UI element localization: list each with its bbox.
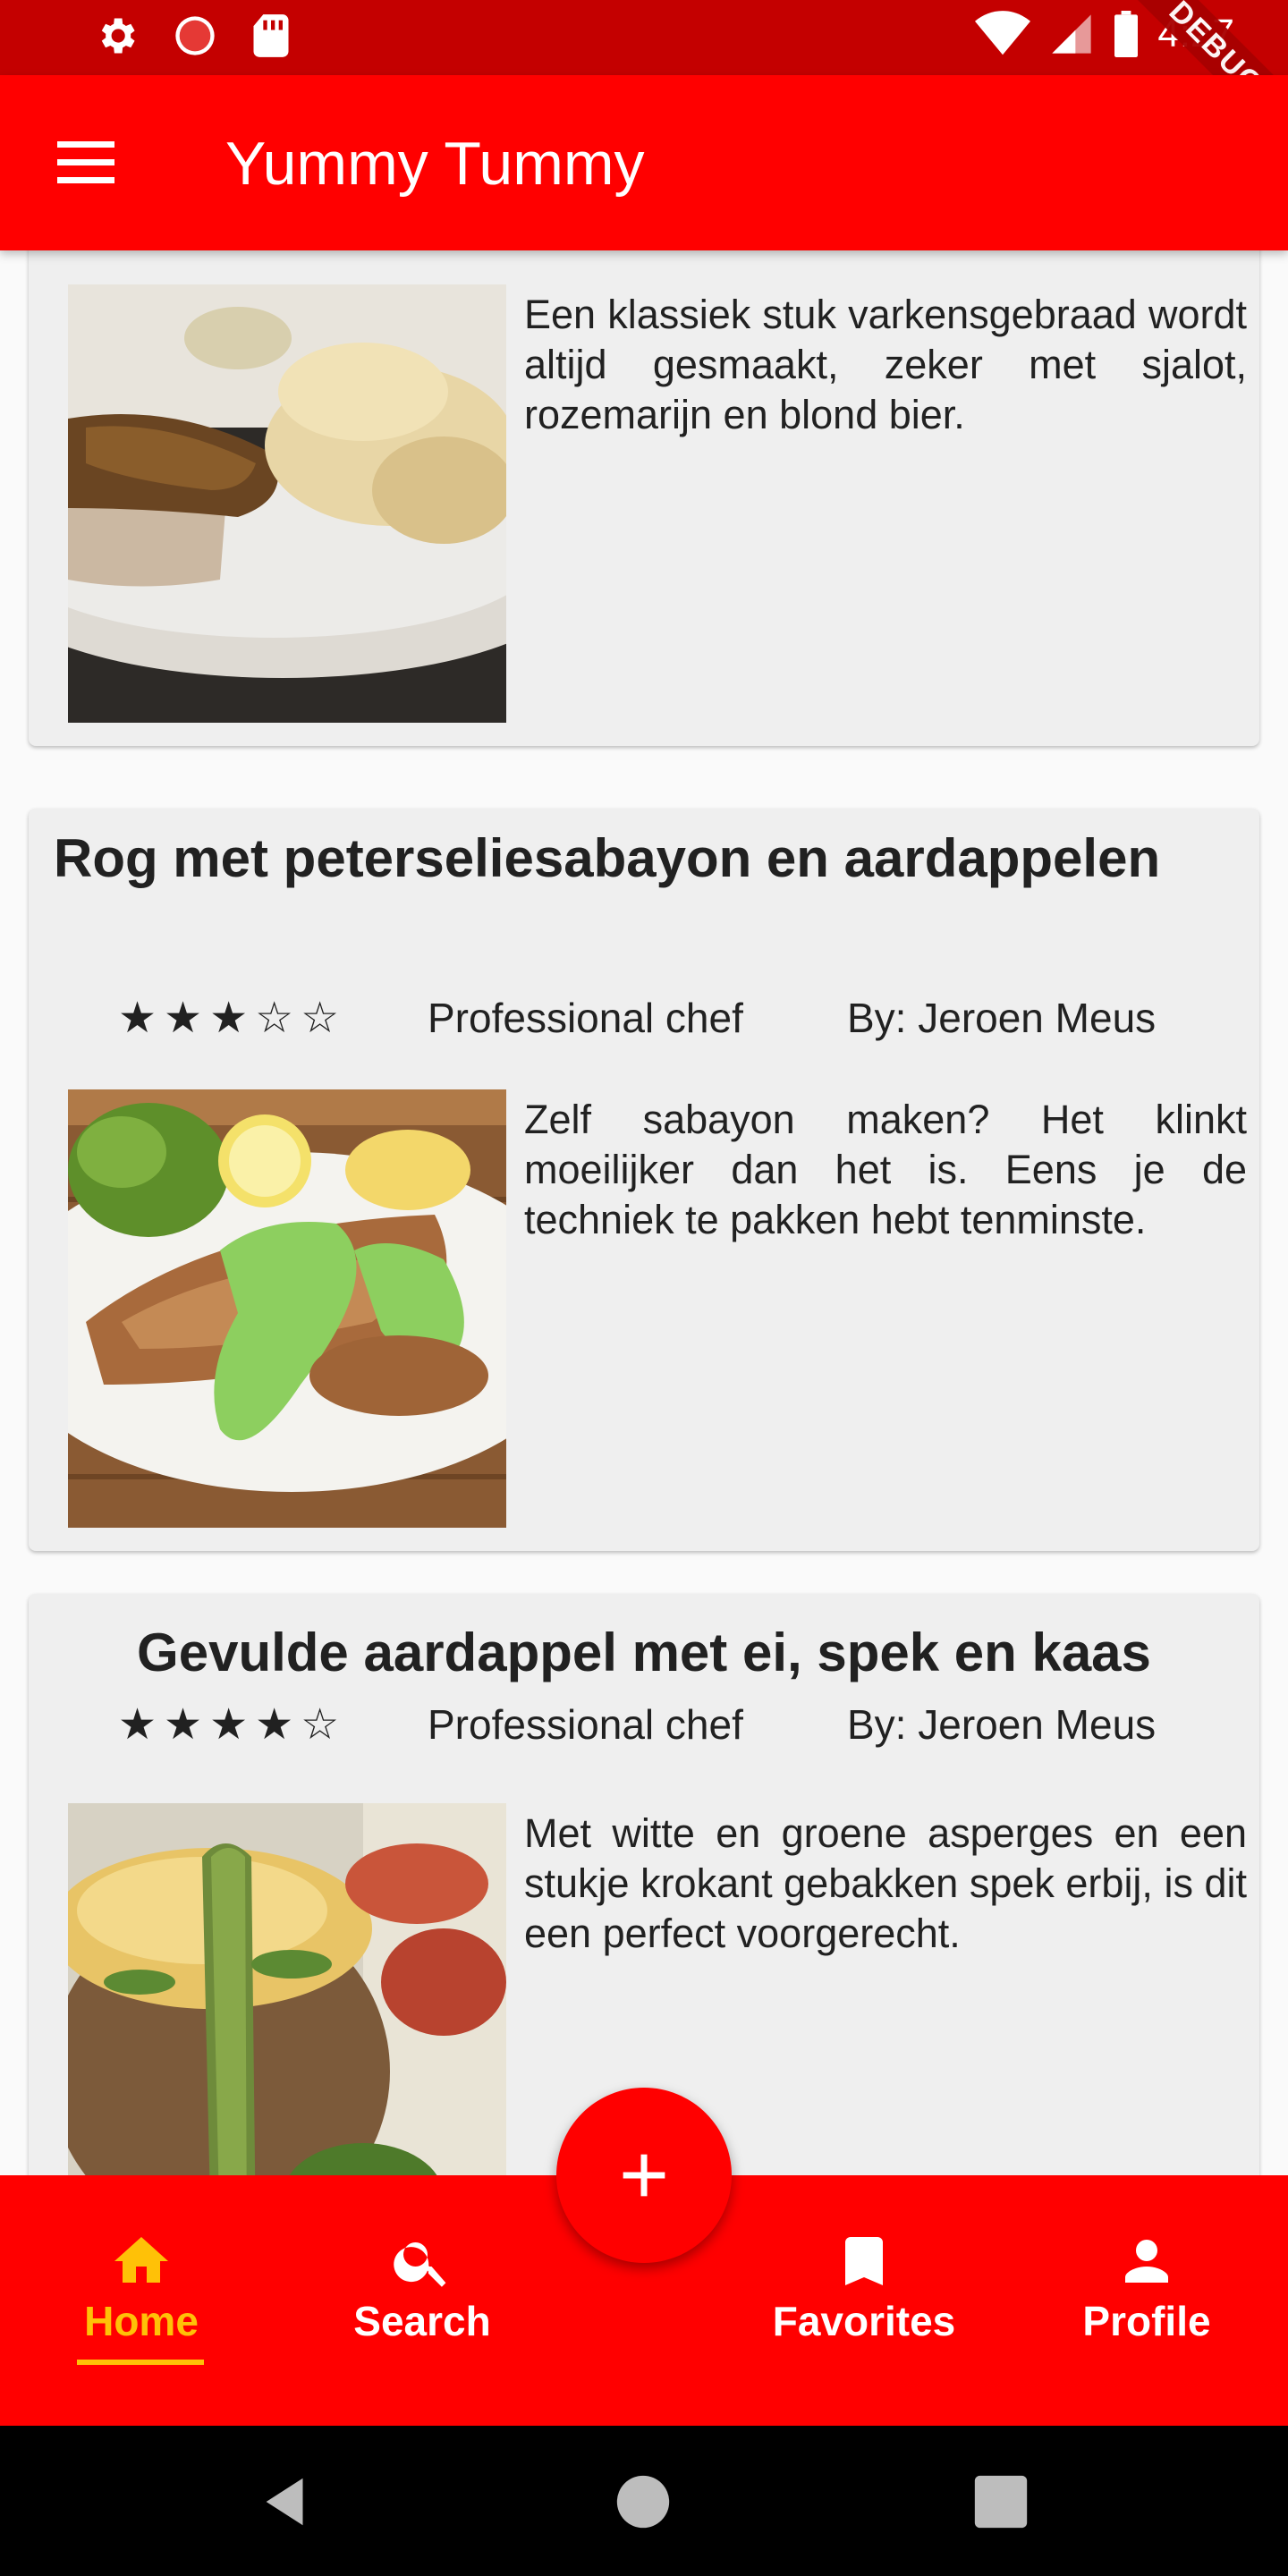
active-tab-indicator <box>77 2360 204 2365</box>
author: By: Jeroen Meus <box>847 1701 1157 1748</box>
recipe-image <box>68 1803 506 2175</box>
status-icons-left <box>93 13 292 59</box>
rating-stars: ★ ★ ★ ★ ☆ <box>118 1698 339 1751</box>
nav-favorites[interactable]: Favorites <box>748 2229 980 2363</box>
recipe-title: Gevulde aardappel met ei, spek en kaas <box>137 1623 1151 1682</box>
recipe-list[interactable]: Een klassiek stuk varkensgebraad wordt a… <box>0 250 1288 2175</box>
person-icon <box>1125 2240 1168 2283</box>
chef-level: Professional chef <box>428 1701 743 1748</box>
recipe-meta: ★ ★ ★ ☆ ☆ Professional chef By: Jeroen M… <box>29 991 1259 1045</box>
app-title: Yummy Tummy <box>225 130 645 198</box>
nav-favorites-label: Favorites <box>772 2298 956 2344</box>
search-icon <box>394 2242 446 2287</box>
star-icon: ★ <box>209 993 249 1043</box>
nav-home[interactable]: Home <box>25 2229 258 2363</box>
star-icon: ★ <box>164 1699 203 1750</box>
recipe-description: Zelf sabayon maken? Het klinkt moeilijke… <box>524 1097 1247 1242</box>
app-bar: Yummy Tummy <box>0 75 1288 250</box>
nav-profile[interactable]: Profile <box>1030 2229 1263 2363</box>
back-icon[interactable] <box>256 2470 318 2533</box>
signal-icon <box>1052 14 1092 54</box>
rating-stars: ★ ★ ★ ☆ ☆ <box>118 991 339 1045</box>
recipe-title: Rog met peterseliesabayon en aardappelen <box>54 828 1161 888</box>
recipe-card[interactable]: Een klassiek stuk varkensgebraad wordt a… <box>29 250 1259 746</box>
author: By: Jeroen Meus <box>847 995 1157 1041</box>
recipe-description: Met witte en groene asperges en een stuk… <box>524 1810 1247 1956</box>
settings-icon <box>101 18 135 54</box>
star-icon: ★ <box>118 1699 157 1750</box>
nav-profile-label: Profile <box>1082 2298 1211 2344</box>
star-icon: ★ <box>118 993 157 1043</box>
bookmark-icon <box>845 2237 883 2285</box>
home-icon <box>114 2237 168 2283</box>
recipe-description: Een klassiek stuk varkensgebraad wordt a… <box>524 292 1247 437</box>
nav-search-label: Search <box>353 2298 491 2344</box>
chef-level: Professional chef <box>428 995 743 1041</box>
record-icon <box>175 16 215 55</box>
battery-icon <box>1114 11 1139 57</box>
home-circle-icon[interactable] <box>612 2470 674 2533</box>
nav-home-label: Home <box>84 2298 199 2344</box>
menu-icon[interactable] <box>57 141 114 184</box>
recipe-image <box>68 1089 506 1528</box>
star-icon: ★ <box>164 993 203 1043</box>
recipe-image <box>68 284 506 723</box>
recipe-meta: ★ ★ ★ ★ ☆ Professional chef By: Jeroen M… <box>29 1698 1259 1751</box>
star-icon: ★ <box>255 1699 294 1750</box>
status-bar: 4:27 DEBUG <box>0 0 1288 159</box>
star-outline-icon: ☆ <box>301 1699 340 1750</box>
sd-card-icon <box>253 14 289 57</box>
add-recipe-button[interactable] <box>556 2088 732 2263</box>
nav-search[interactable]: Search <box>306 2229 538 2363</box>
recents-icon[interactable] <box>970 2470 1032 2533</box>
system-nav-bar <box>0 2426 1288 2576</box>
wifi-icon <box>975 11 1031 55</box>
star-outline-icon: ☆ <box>301 993 340 1043</box>
star-outline-icon: ☆ <box>255 993 294 1043</box>
star-icon: ★ <box>209 1699 249 1750</box>
plus-icon <box>623 2154 665 2197</box>
recipe-card[interactable]: Rog met peterseliesabayon en aardappelen… <box>29 809 1259 1551</box>
